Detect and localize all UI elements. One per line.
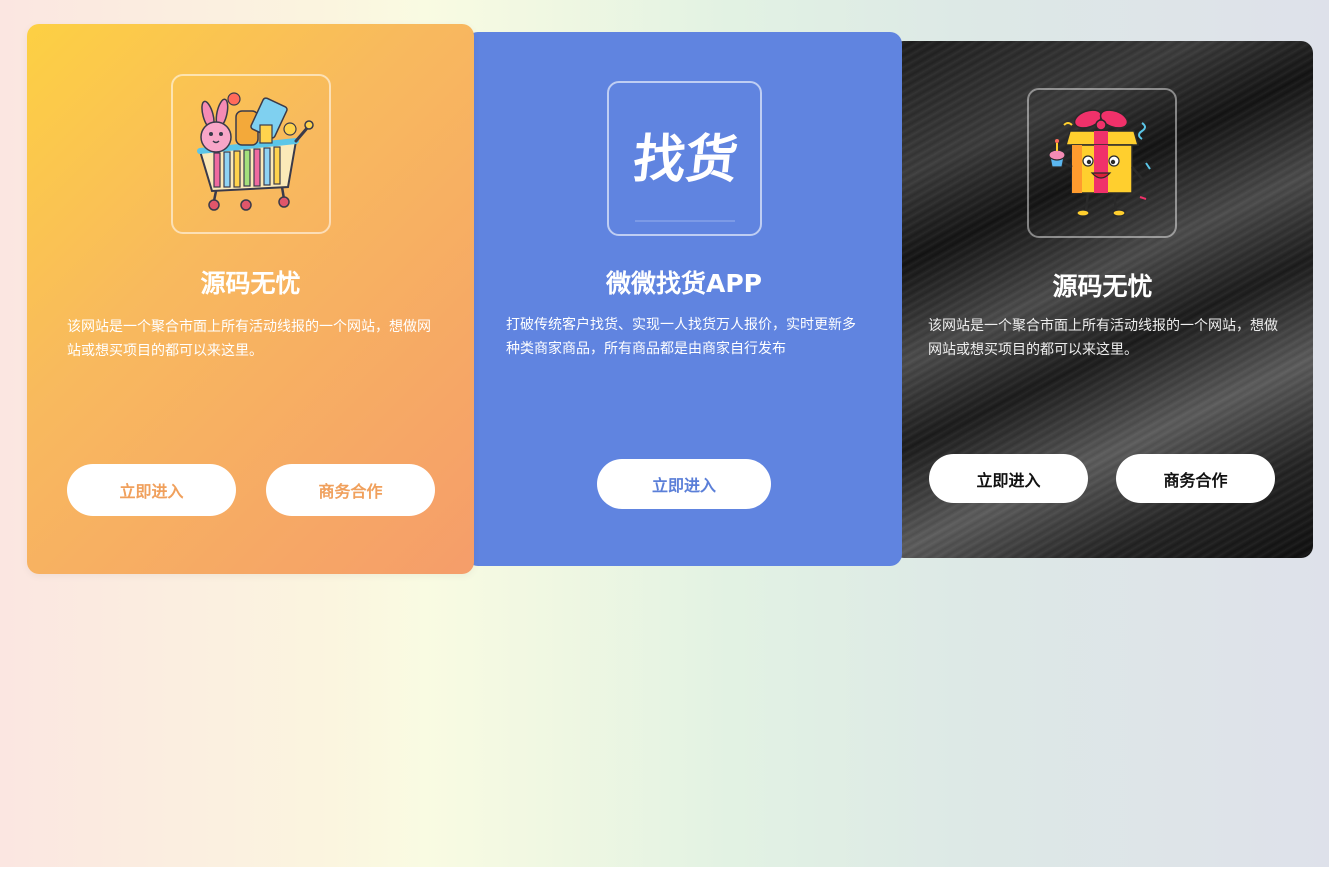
card-title: 微微找货APP — [606, 269, 762, 298]
card-description: 打破传统客户找货、实现一人找货万人报价，实时更新多种类商家商品，所有商品都是由商… — [506, 317, 856, 357]
enter-button[interactable]: 立即进入 — [67, 464, 236, 516]
enter-button[interactable]: 立即进入 — [929, 454, 1088, 503]
logo-text: 找货 — [630, 130, 740, 190]
card-description: 该网站是一个聚合市面上所有活动线报的一个网站，想做网站或想买项目的都可以来这里。 — [928, 318, 1278, 358]
project-logo-frame — [171, 74, 331, 234]
project-card-zhaohuo: 找货 微微找货APP 打破传统客户找货、实现一人找货万人报价，实时更新多种类商家… — [466, 32, 902, 566]
card-description: 该网站是一个聚合市面上所有活动线报的一个网站，想做网站或想买项目的都可以来这里。 — [67, 319, 431, 359]
enter-button[interactable]: 立即进入 — [597, 459, 771, 509]
card-title: 源码无忧 — [200, 269, 301, 298]
card-title: 源码无忧 — [1052, 272, 1153, 301]
project-card-yuanma-dark: 源码无忧 该网站是一个聚合市面上所有活动线报的一个网站，想做网站或想买项目的都可… — [892, 41, 1313, 558]
project-logo-frame: 找货 — [607, 81, 762, 236]
project-card-yuanma: 源码无忧 该网站是一个聚合市面上所有活动线报的一个网站，想做网站或想买项目的都可… — [27, 24, 474, 574]
project-logo-frame — [1027, 88, 1177, 238]
business-cooperation-button[interactable]: 商务合作 — [266, 464, 435, 516]
business-cooperation-button[interactable]: 商务合作 — [1116, 454, 1275, 503]
zhaohuo-logo-icon: 找货 — [630, 130, 740, 221]
shopping-cart-bunny-icon — [197, 92, 314, 211]
gift-box-character-icon — [1048, 109, 1151, 217]
